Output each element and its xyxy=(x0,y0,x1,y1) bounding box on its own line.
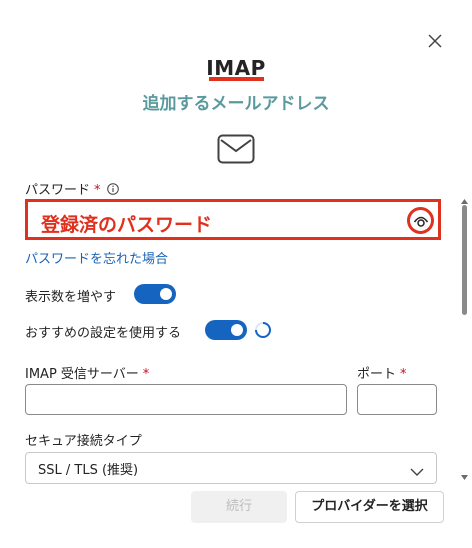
toggle-knob xyxy=(231,324,243,336)
security-type-value: SSL / TLS (推奨) xyxy=(38,463,139,478)
title-highlight-underline xyxy=(209,77,264,81)
imap-server-label-row: IMAP 受信サーバー * xyxy=(25,363,149,382)
imap-server-label: IMAP 受信サーバー xyxy=(25,367,139,382)
scroll-down-arrow[interactable] xyxy=(461,466,468,480)
required-mark: * xyxy=(400,367,407,382)
eye-icon xyxy=(413,216,429,227)
security-type-select[interactable]: SSL / TLS (推奨) xyxy=(25,452,437,484)
port-label: ポート xyxy=(357,367,397,382)
imap-server-input[interactable] xyxy=(25,384,347,415)
security-type-label: セキュア接続タイプ xyxy=(25,434,142,449)
recommended-settings-toggle[interactable] xyxy=(205,320,247,340)
password-value: 登録済のパスワード xyxy=(41,214,213,236)
show-password-button[interactable] xyxy=(407,207,434,234)
password-label: パスワード xyxy=(25,183,91,198)
close-button[interactable] xyxy=(424,30,446,52)
show-more-label: 表示数を増やす xyxy=(25,290,117,305)
recommended-settings-label: おすすめの設定を使用する xyxy=(25,326,182,341)
spinner-icon xyxy=(255,322,271,338)
dialog-subtitle: 追加するメールアドレス xyxy=(142,94,330,114)
continue-button[interactable]: 続行 xyxy=(191,491,287,523)
close-icon xyxy=(428,34,442,48)
info-icon[interactable] xyxy=(106,183,119,195)
show-more-toggle[interactable] xyxy=(134,284,176,304)
port-input[interactable] xyxy=(357,384,437,415)
mail-icon xyxy=(217,134,255,164)
port-label-row: ポート * xyxy=(357,363,407,382)
toggle-knob xyxy=(160,288,172,300)
scrollbar-thumb[interactable] xyxy=(462,205,467,315)
forgot-password-link[interactable]: パスワードを忘れた場合 xyxy=(25,248,168,267)
scroll-up-arrow[interactable] xyxy=(461,190,468,204)
required-mark: * xyxy=(142,367,150,382)
password-input[interactable]: 登録済のパスワード xyxy=(25,199,441,240)
password-label-row: パスワード * xyxy=(25,179,119,198)
chevron-down-icon xyxy=(410,462,424,476)
select-provider-button[interactable]: プロバイダーを選択 xyxy=(295,491,444,523)
required-mark: * xyxy=(94,183,101,198)
